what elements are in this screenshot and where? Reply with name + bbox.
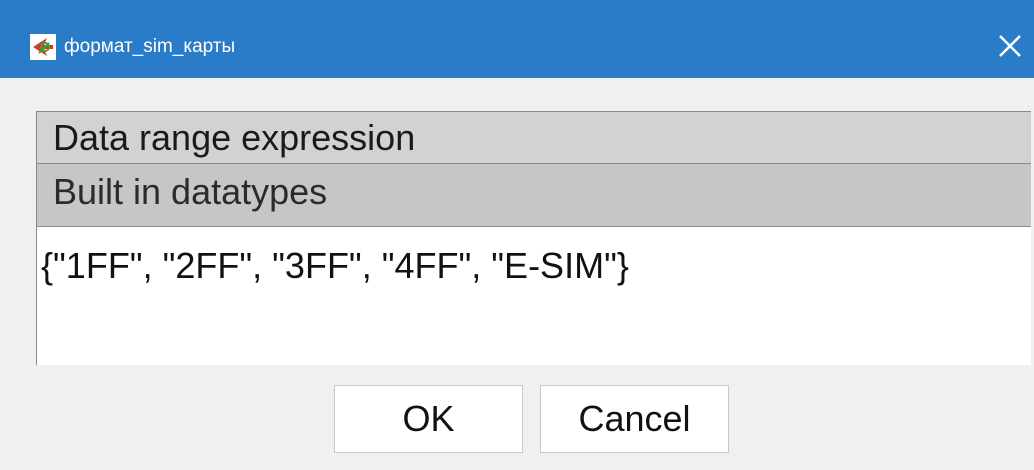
ok-button[interactable]: OK	[334, 385, 523, 453]
tabs-panel: Data range expression Built in datatypes…	[36, 111, 1031, 365]
expression-value[interactable]: {"1FF", "2FF", "3FF", "4FF", "E-SIM"}	[41, 245, 629, 287]
protege-arrow-icon	[30, 34, 56, 60]
tab-label: Built in datatypes	[53, 171, 328, 212]
tab-label: Data range expression	[53, 117, 416, 158]
dialog-window: формат_sim_карты Data range expression B…	[0, 0, 1034, 470]
window-title: формат_sim_карты	[64, 36, 236, 57]
close-icon[interactable]	[990, 26, 1030, 66]
cancel-button[interactable]: Cancel	[540, 385, 729, 453]
expression-editor[interactable]: {"1FF", "2FF", "3FF", "4FF", "E-SIM"}	[37, 227, 1031, 365]
tab-data-range-expression[interactable]: Data range expression	[37, 111, 1031, 164]
title-bar[interactable]: формат_sim_карты	[0, 0, 1034, 78]
tab-built-in-datatypes[interactable]: Built in datatypes	[37, 163, 1031, 227]
